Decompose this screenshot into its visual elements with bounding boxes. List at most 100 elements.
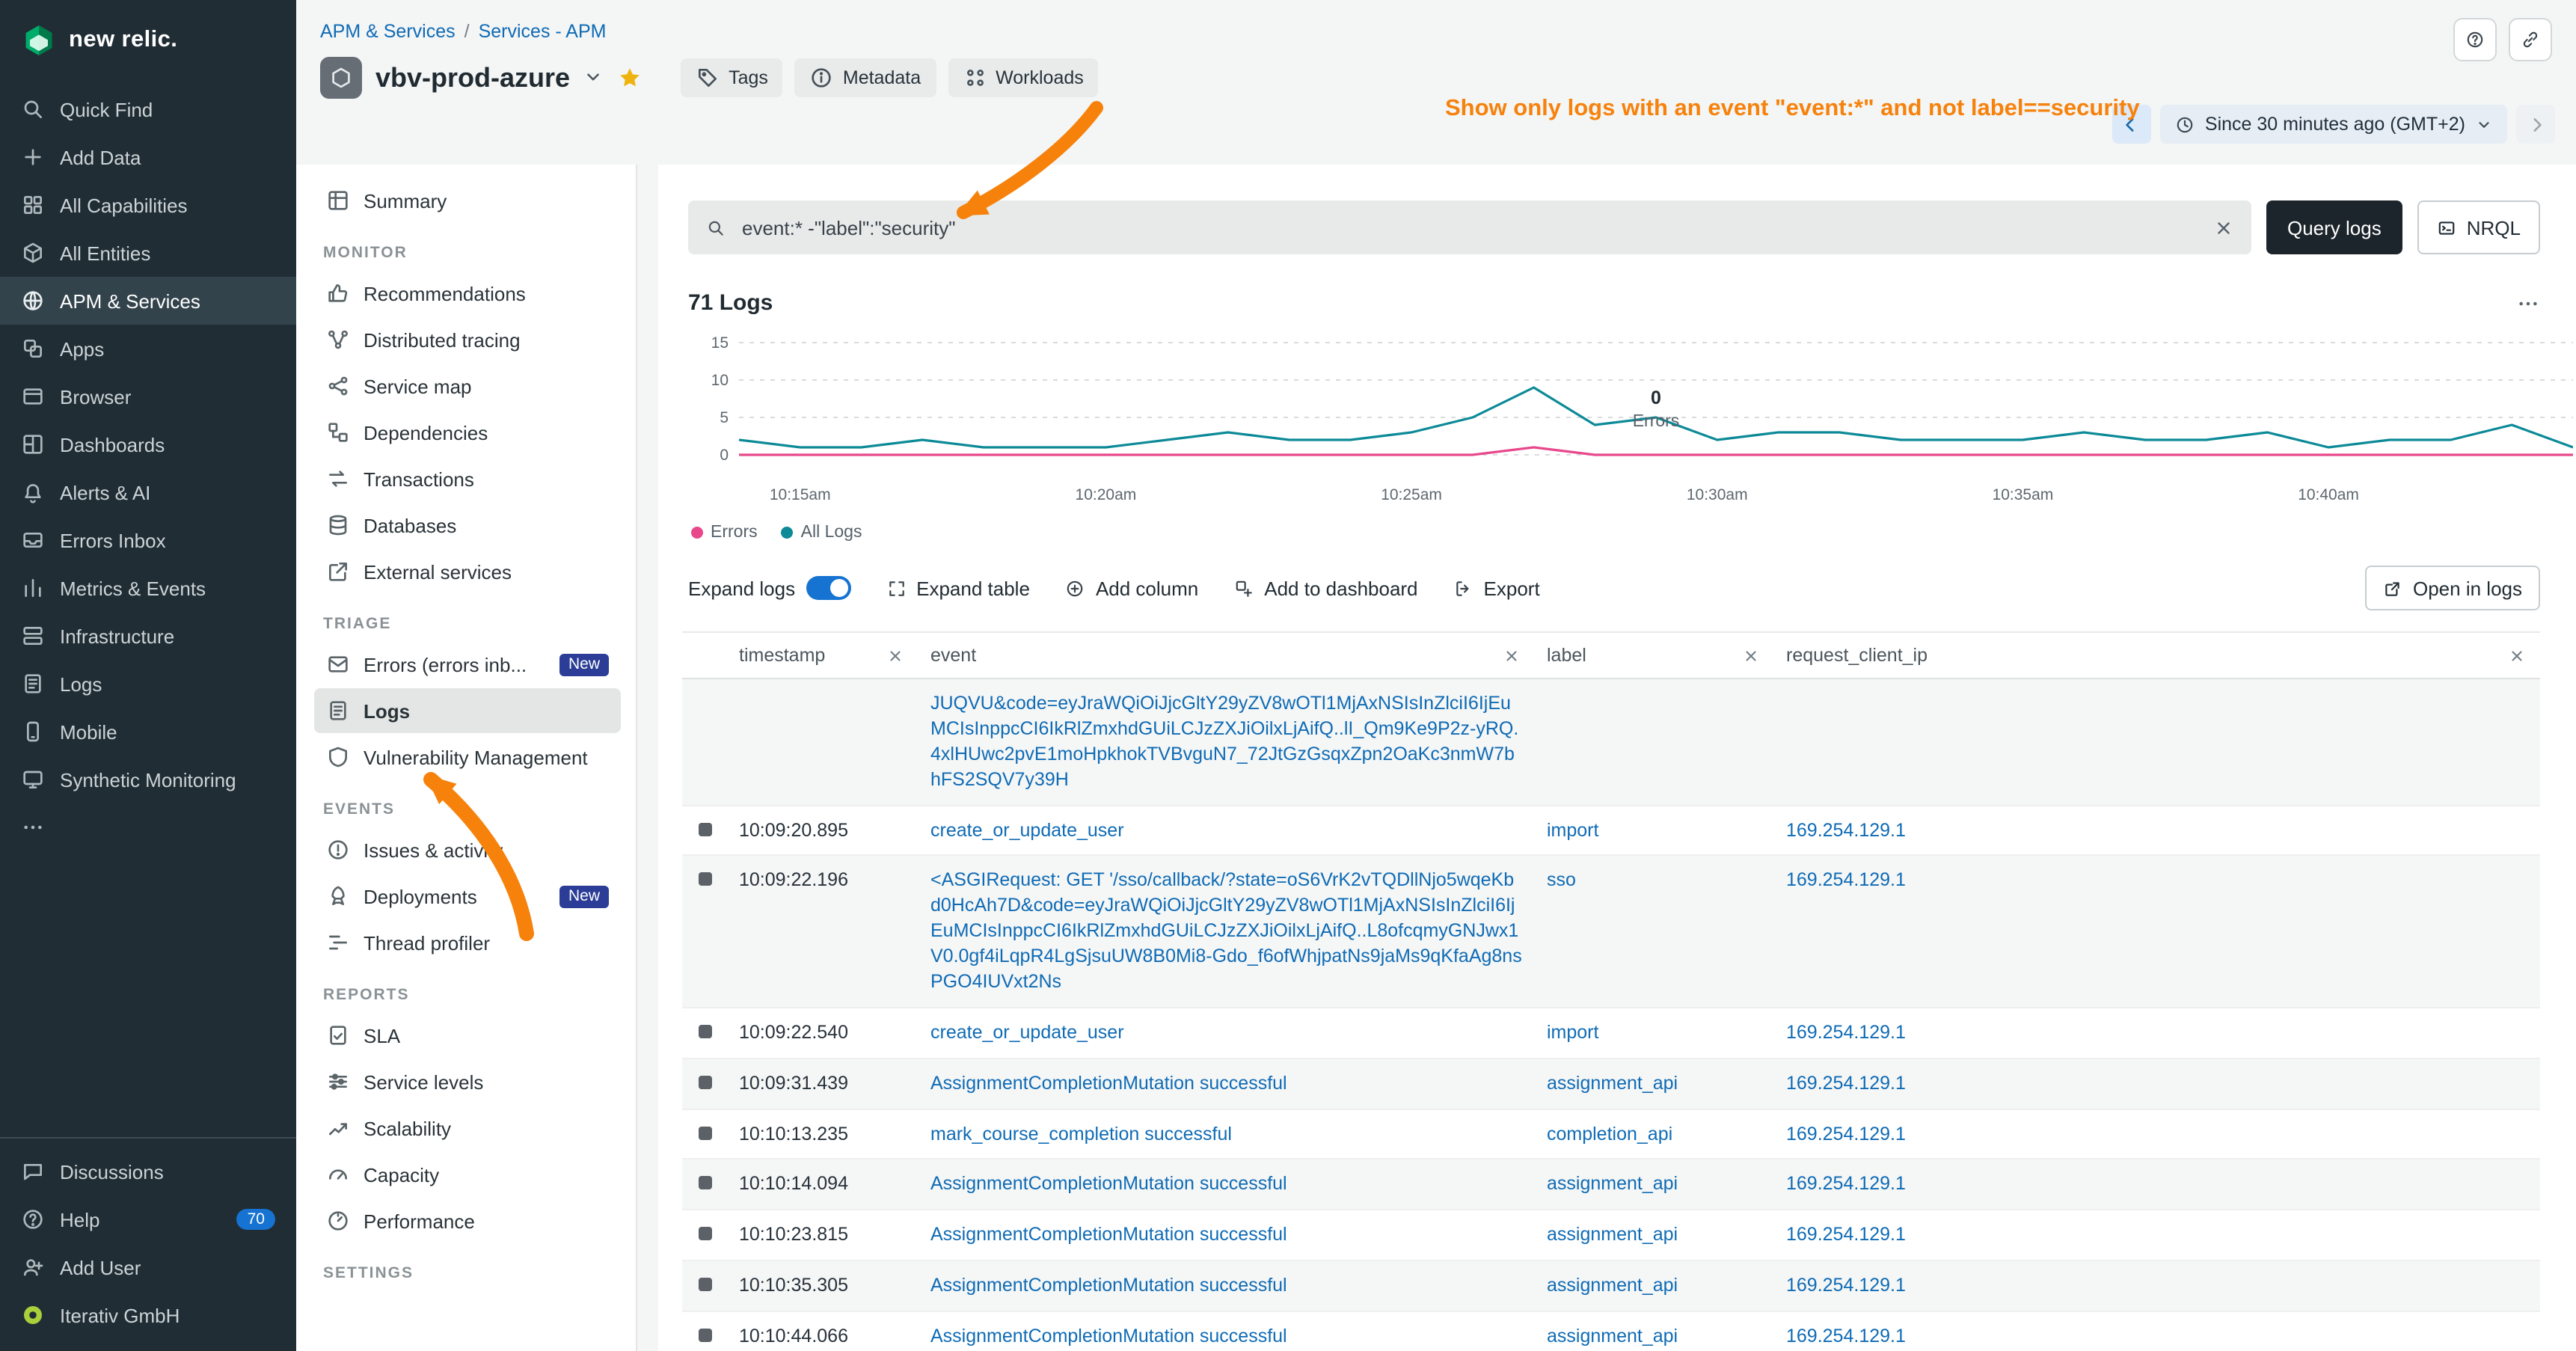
entity-nav-item[interactable]: SLA: [314, 1013, 621, 1058]
entity-nav-item[interactable]: Deployments New: [314, 874, 621, 919]
event-link[interactable]: AssignmentCompletionMutation successful: [930, 1174, 1287, 1195]
remove-column-icon[interactable]: [1743, 647, 1759, 664]
table-row[interactable]: JUQVU&code=eyJraWQiOiJjcGltY29yZV8wOTl1M…: [682, 679, 2540, 806]
table-row[interactable]: 10:09:20.895 create_or_update_user impor…: [682, 806, 2540, 857]
row-checkbox[interactable]: [698, 1329, 711, 1342]
global-nav-item[interactable]: Synthetic Monitoring: [0, 756, 296, 803]
label-link[interactable]: completion_api: [1547, 1123, 1672, 1144]
clear-query-icon[interactable]: [2214, 218, 2233, 237]
row-checkbox[interactable]: [698, 1025, 711, 1038]
expand-table-button[interactable]: Expand table: [886, 577, 1030, 599]
global-nav-item[interactable]: Quick Find: [0, 85, 296, 133]
entity-nav-item[interactable]: Distributed tracing: [314, 317, 621, 362]
global-footer-item[interactable]: Add User: [0, 1243, 296, 1291]
request-client-ip-link[interactable]: 169.254.129.1: [1786, 1123, 1906, 1144]
request-client-ip-link[interactable]: 169.254.129.1: [1786, 1174, 1906, 1195]
entity-nav-item[interactable]: Logs: [314, 688, 621, 733]
entity-nav-item[interactable]: External services: [314, 549, 621, 594]
breadcrumb-link-services[interactable]: Services - APM: [479, 21, 607, 42]
entity-nav-item[interactable]: Transactions: [314, 456, 621, 501]
breadcrumb-link-apm[interactable]: APM & Services: [320, 21, 456, 42]
event-link[interactable]: JUQVU&code=eyJraWQiOiJjcGltY29yZV8wOTl1M…: [930, 693, 1518, 789]
global-footer-item[interactable]: Discussions: [0, 1148, 296, 1195]
row-checkbox[interactable]: [698, 1126, 711, 1139]
entity-nav-item[interactable]: Databases: [314, 503, 621, 548]
entity-chip[interactable]: Workloads: [948, 58, 1099, 97]
table-row[interactable]: 10:09:31.439 AssignmentCompletionMutatio…: [682, 1059, 2540, 1109]
request-client-ip-link[interactable]: 169.254.129.1: [1786, 1326, 1906, 1347]
global-nav-item[interactable]: Alerts & AI: [0, 468, 296, 516]
table-row[interactable]: 10:09:22.540 create_or_update_user impor…: [682, 1008, 2540, 1059]
legend-item[interactable]: Errors: [691, 524, 758, 542]
request-client-ip-link[interactable]: 169.254.129.1: [1786, 1225, 1906, 1246]
entity-switcher-chevron-icon[interactable]: [583, 64, 603, 91]
entity-nav-item[interactable]: Performance: [314, 1198, 621, 1243]
favorite-star-icon[interactable]: [616, 64, 643, 91]
row-checkbox[interactable]: [698, 1177, 711, 1190]
time-forward-button[interactable]: [2516, 105, 2555, 144]
entity-nav-item[interactable]: Summary: [314, 178, 621, 223]
log-query-searchbox[interactable]: [688, 200, 2251, 254]
request-client-ip-link[interactable]: 169.254.129.1: [1786, 870, 1906, 891]
row-checkbox[interactable]: [698, 1075, 711, 1088]
table-row[interactable]: 10:09:22.196 <ASGIRequest: GET '/sso/cal…: [682, 857, 2540, 1008]
request-client-ip-link[interactable]: 169.254.129.1: [1786, 1275, 1906, 1296]
request-client-ip-link[interactable]: 169.254.129.1: [1786, 1072, 1906, 1093]
global-footer-item[interactable]: Help 70: [0, 1195, 296, 1243]
legend-item[interactable]: All Logs: [782, 524, 862, 542]
request-client-ip-link[interactable]: 169.254.129.1: [1786, 1022, 1906, 1043]
entity-nav-item[interactable]: Recommendations: [314, 271, 621, 316]
global-nav-item[interactable]: Browser: [0, 373, 296, 420]
entity-nav-item[interactable]: Thread profiler: [314, 920, 621, 965]
event-link[interactable]: create_or_update_user: [930, 819, 1124, 840]
export-button[interactable]: Export: [1454, 577, 1540, 599]
entity-nav-item[interactable]: Dependencies: [314, 410, 621, 455]
request-client-ip-link[interactable]: 169.254.129.1: [1786, 819, 1906, 840]
log-query-input[interactable]: [739, 215, 2201, 240]
label-link[interactable]: assignment_api: [1547, 1174, 1678, 1195]
add-to-dashboard-button[interactable]: Add to dashboard: [1234, 577, 1417, 599]
entity-chip[interactable]: Tags: [681, 58, 783, 97]
time-picker[interactable]: Since 30 minutes ago (GMT+2): [2160, 105, 2507, 144]
query-logs-button[interactable]: Query logs: [2266, 200, 2402, 254]
remove-column-icon[interactable]: [887, 647, 904, 664]
table-row[interactable]: 10:10:14.094 AssignmentCompletionMutatio…: [682, 1160, 2540, 1211]
event-link[interactable]: AssignmentCompletionMutation successful: [930, 1072, 1287, 1093]
label-link[interactable]: import: [1547, 819, 1598, 840]
table-row[interactable]: 10:10:23.815 AssignmentCompletionMutatio…: [682, 1211, 2540, 1262]
global-nav-item[interactable]: All Entities: [0, 229, 296, 277]
expand-logs-toggle[interactable]: [806, 576, 850, 600]
event-link[interactable]: mark_course_completion successful: [930, 1123, 1232, 1144]
label-link[interactable]: assignment_api: [1547, 1072, 1678, 1093]
help-button[interactable]: [2453, 18, 2497, 61]
permalink-button[interactable]: [2509, 18, 2552, 61]
global-footer-item[interactable]: Iterativ GmbH: [0, 1291, 296, 1339]
entity-nav-item[interactable]: Vulnerability Management: [314, 735, 621, 779]
entity-nav-item[interactable]: Service levels: [314, 1059, 621, 1104]
more-options-icon[interactable]: [2516, 291, 2540, 315]
brand-block[interactable]: new relic.: [0, 0, 296, 64]
global-nav-item[interactable]: Add Data: [0, 133, 296, 181]
table-row[interactable]: 10:10:13.235 mark_course_completion succ…: [682, 1109, 2540, 1160]
global-nav-item[interactable]: Mobile: [0, 708, 296, 756]
global-nav-item[interactable]: [0, 803, 296, 851]
global-nav-item[interactable]: Apps: [0, 325, 296, 373]
row-checkbox[interactable]: [698, 873, 711, 886]
entity-nav-item[interactable]: Service map: [314, 364, 621, 408]
event-link[interactable]: AssignmentCompletionMutation successful: [930, 1225, 1287, 1246]
global-nav-item[interactable]: Dashboards: [0, 420, 296, 468]
row-checkbox[interactable]: [698, 822, 711, 836]
table-row[interactable]: 10:10:44.066 AssignmentCompletionMutatio…: [682, 1312, 2540, 1351]
row-checkbox[interactable]: [698, 1228, 711, 1241]
remove-column-icon[interactable]: [1503, 647, 1520, 664]
global-nav-item[interactable]: All Capabilities: [0, 181, 296, 229]
remove-column-icon[interactable]: [2509, 647, 2525, 664]
nrql-button[interactable]: NRQL: [2417, 200, 2540, 254]
label-link[interactable]: import: [1547, 1022, 1598, 1043]
table-row[interactable]: 10:10:35.305 AssignmentCompletionMutatio…: [682, 1261, 2540, 1312]
global-nav-item[interactable]: Logs: [0, 660, 296, 708]
label-link[interactable]: assignment_api: [1547, 1326, 1678, 1347]
global-nav-item[interactable]: APM & Services: [0, 277, 296, 325]
logs-timeseries-chart[interactable]: 05101510:15am10:20am10:25am10:30am10:35a…: [688, 331, 2573, 507]
row-checkbox[interactable]: [698, 1278, 711, 1291]
